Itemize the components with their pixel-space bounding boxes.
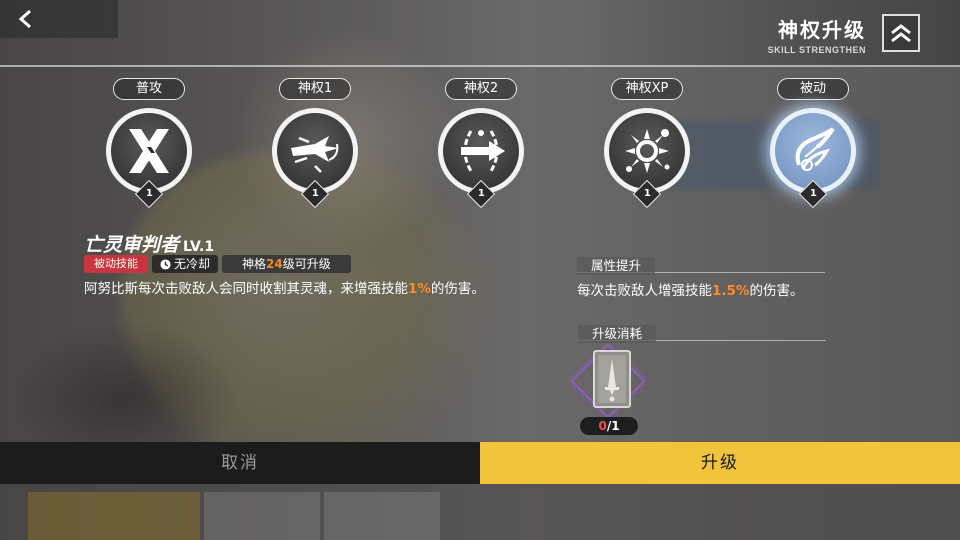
cross-slash-icon (129, 129, 169, 173)
skill-type-tag: 被动技能 (84, 255, 148, 273)
skill-level: 1 (145, 188, 153, 200)
skill-description: 阿努比斯每次击败敌人会同时收割其灵魂，来增强技能1%的伤害。 (84, 279, 514, 300)
skill-tags: 被动技能 无冷却 神格24级可升级 (84, 255, 351, 273)
skill-level-text: LV.1 (183, 239, 215, 255)
skill-label: 普攻 (113, 78, 185, 100)
skill-disc (111, 113, 187, 189)
skill-label: 神权1 (279, 78, 351, 100)
requirement-value: 24 (266, 257, 283, 271)
item-count: 0/1 (580, 417, 638, 435)
skill-name: 亡灵审判者 LV.1 (84, 230, 214, 257)
skill-level: 1 (643, 188, 651, 200)
upgrade-material-item[interactable]: 0/1 (571, 344, 645, 437)
double-chevron-up-icon (891, 24, 911, 43)
skill-disc (443, 113, 519, 189)
back-arrow-icon (18, 10, 31, 28)
cancel-button[interactable]: 取消 (0, 442, 480, 484)
upgrade-requirement-tag: 神格24级可升级 (222, 255, 351, 273)
cost-section-header: 升级消耗 (578, 323, 826, 343)
item-owned: 0 (598, 419, 607, 433)
requirement-suffix: 级可升级 (282, 257, 331, 271)
skill-disc (277, 113, 353, 189)
attribute-description: 每次击败敌人增强技能1.5%的伤害。 (577, 279, 803, 299)
skill-label: 被动 (777, 78, 849, 100)
cooldown-text: 无冷却 (174, 257, 211, 271)
soul-swirl-icon (795, 127, 835, 171)
attribute-value: 1.5% (712, 283, 750, 299)
skill-book-icon (593, 350, 631, 408)
skill-slot-xp[interactable]: 神权XP 1 (592, 78, 702, 209)
skill-label: 神权XP (611, 78, 683, 100)
sun-burst-icon (625, 129, 670, 173)
skill-slot-basic[interactable]: 普攻 1 (94, 78, 204, 209)
page-title: 神权升级 (778, 18, 866, 42)
description-value: 1% (408, 281, 431, 297)
title-block: 神权升级 SKILL STRENGTHEN (768, 14, 866, 55)
skill-label: 神权2 (445, 78, 517, 100)
skill-slot-passive[interactable]: 被动 1 (758, 78, 868, 209)
skill-slot-2[interactable]: 神权2 1 (426, 78, 536, 209)
cooldown-tag: 无冷却 (152, 255, 219, 273)
attribute-section-header: 属性提升 (577, 255, 825, 275)
page-subtitle: SKILL STRENGTHEN (767, 45, 866, 55)
cost-section-title: 升级消耗 (578, 325, 657, 343)
attribute-suffix: 的伤害。 (749, 283, 804, 299)
attribute-section-title: 属性提升 (577, 257, 656, 275)
skill-level: 1 (477, 188, 485, 200)
shield-spear-icon (461, 130, 505, 172)
skill-disc (609, 113, 685, 189)
upgrade-button[interactable]: 升级 (480, 442, 960, 484)
collapse-button[interactable] (882, 14, 920, 52)
skill-name-text: 亡灵审判者 (84, 234, 180, 256)
item-required: /1 (606, 419, 620, 433)
dash-strike-icon (291, 136, 339, 173)
skill-disc (775, 113, 851, 189)
description-suffix: 的伤害。 (430, 281, 485, 297)
requirement-prefix: 神格 (242, 257, 267, 271)
description-prefix: 阿努比斯每次击败敌人会同时收割其灵魂，来增强技能 (84, 281, 408, 297)
back-button[interactable] (0, 0, 118, 38)
skill-level: 1 (311, 188, 319, 200)
skill-slot-1[interactable]: 神权1 1 (260, 78, 370, 209)
skill-level: 1 (809, 188, 817, 200)
attribute-prefix: 每次击败敌人增强技能 (577, 283, 712, 299)
clock-icon (160, 258, 171, 270)
